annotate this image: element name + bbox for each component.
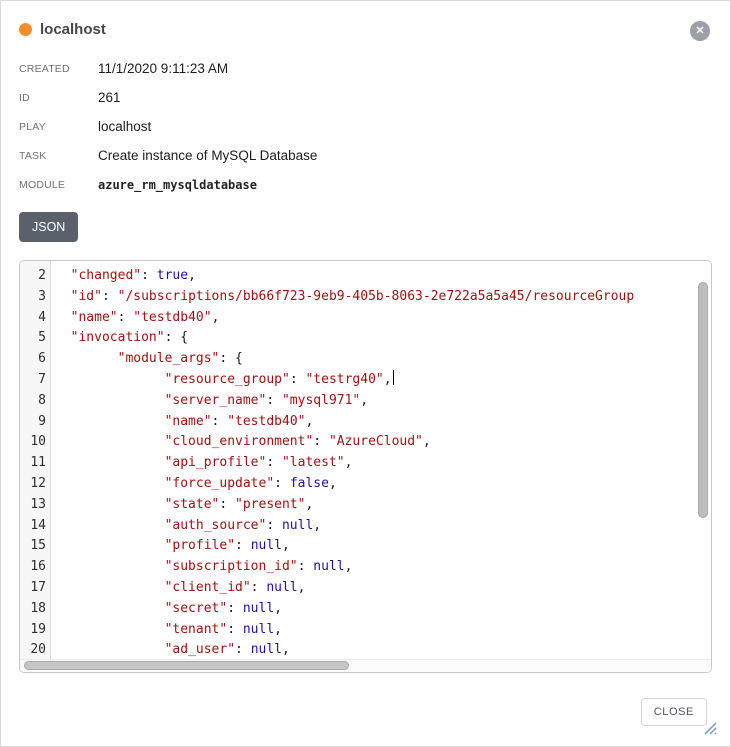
line-number: 11: [20, 453, 51, 474]
code-text: "name": "testdb40",: [51, 308, 219, 329]
code-text: "state": "present",: [51, 495, 313, 516]
json-toggle-button[interactable]: JSON: [19, 212, 78, 242]
resize-grip-icon[interactable]: [702, 720, 717, 735]
line-number: 4: [20, 308, 51, 329]
code-text: "id": "/subscriptions/bb66f723-9eb9-405b…: [51, 287, 634, 308]
line-number: 2: [20, 266, 51, 287]
code-text: "force_update": false,: [51, 474, 337, 495]
code-lines: 2 "changed": true,3 "id": "/subscription…: [20, 261, 697, 661]
host-event-modal: localhost ✕ CREATED11/1/2020 9:11:23 AMI…: [0, 0, 731, 747]
field-row: MODULEazure_rm_mysqldatabase: [19, 170, 712, 199]
line-number: 16: [20, 557, 51, 578]
code-line: 12 "force_update": false,: [20, 474, 697, 495]
json-code-editor[interactable]: 2 "changed": true,3 "id": "/subscription…: [19, 260, 712, 673]
field-row: TASKCreate instance of MySQL Database: [19, 141, 712, 170]
code-line: 4 "name": "testdb40",: [20, 308, 697, 329]
code-line: 14 "auth_source": null,: [20, 516, 697, 537]
field-value: azure_rm_mysqldatabase: [98, 178, 257, 192]
code-line: 15 "profile": null,: [20, 536, 697, 557]
code-line: 19 "tenant": null,: [20, 620, 697, 641]
field-label: MODULE: [19, 179, 98, 191]
horizontal-scrollbar[interactable]: [24, 661, 349, 670]
code-text: "server_name": "mysql971",: [51, 391, 368, 412]
line-number: 7: [20, 370, 51, 391]
field-value: 11/1/2020 9:11:23 AM: [98, 61, 228, 76]
field-row: CREATED11/1/2020 9:11:23 AM: [19, 54, 712, 83]
code-text: "subscription_id": null,: [51, 557, 352, 578]
code-text: "secret": null,: [51, 599, 282, 620]
horizontal-scrollbar-track: [20, 659, 711, 672]
line-number: 9: [20, 412, 51, 433]
code-text: "name": "testdb40",: [51, 412, 313, 433]
field-label: TASK: [19, 150, 98, 162]
code-line: 2 "changed": true,: [20, 266, 697, 287]
code-line: 13 "state": "present",: [20, 495, 697, 516]
code-text: "invocation": {: [51, 328, 188, 349]
line-number: 15: [20, 536, 51, 557]
code-text: "api_profile": "latest",: [51, 453, 352, 474]
text-cursor: [393, 370, 394, 385]
code-line: 3 "id": "/subscriptions/bb66f723-9eb9-40…: [20, 287, 697, 308]
x-glyph: ✕: [695, 25, 704, 37]
line-number: 14: [20, 516, 51, 537]
code-line: 9 "name": "testdb40",: [20, 412, 697, 433]
field-label: CREATED: [19, 63, 98, 75]
line-number: 5: [20, 328, 51, 349]
field-value: 261: [98, 90, 121, 105]
code-line: 7 "resource_group": "testrg40",: [20, 370, 697, 391]
line-number: 8: [20, 391, 51, 412]
code-text: "module_args": {: [51, 349, 243, 370]
code-text: "tenant": null,: [51, 620, 282, 641]
host-status-changed-icon: [19, 23, 32, 36]
code-line: 17 "client_id": null,: [20, 578, 697, 599]
code-line: 8 "server_name": "mysql971",: [20, 391, 697, 412]
close-button[interactable]: CLOSE: [641, 698, 707, 726]
code-line: 6 "module_args": {: [20, 349, 697, 370]
field-row: PLAYlocalhost: [19, 112, 712, 141]
code-line: 18 "secret": null,: [20, 599, 697, 620]
line-number: 3: [20, 287, 51, 308]
field-value: Create instance of MySQL Database: [98, 148, 317, 163]
line-number: 19: [20, 620, 51, 641]
code-text: "client_id": null,: [51, 578, 305, 599]
code-line: 16 "subscription_id": null,: [20, 557, 697, 578]
line-number: 13: [20, 495, 51, 516]
field-value: localhost: [98, 119, 151, 134]
line-number: 18: [20, 599, 51, 620]
view-toggle-row: JSON: [19, 212, 712, 242]
line-number: 17: [20, 578, 51, 599]
detail-fields: CREATED11/1/2020 9:11:23 AMID261PLAYloca…: [19, 54, 712, 199]
code-line: 11 "api_profile": "latest",: [20, 453, 697, 474]
field-label: PLAY: [19, 121, 98, 133]
code-text: "profile": null,: [51, 536, 290, 557]
code-text: "cloud_environment": "AzureCloud",: [51, 432, 431, 453]
line-number: 6: [20, 349, 51, 370]
line-number: 12: [20, 474, 51, 495]
code-text: "changed": true,: [51, 266, 196, 287]
field-row: ID261: [19, 83, 712, 112]
code-text: "resource_group": "testrg40",: [51, 370, 394, 391]
line-number: 10: [20, 432, 51, 453]
modal-header: localhost ✕: [19, 1, 712, 38]
code-line: 5 "invocation": {: [20, 328, 697, 349]
close-icon[interactable]: ✕: [690, 21, 710, 41]
code-text: "auth_source": null,: [51, 516, 321, 537]
code-line: 10 "cloud_environment": "AzureCloud",: [20, 432, 697, 453]
field-label: ID: [19, 92, 98, 104]
vertical-scrollbar[interactable]: [698, 282, 708, 518]
modal-title: localhost: [40, 21, 106, 38]
